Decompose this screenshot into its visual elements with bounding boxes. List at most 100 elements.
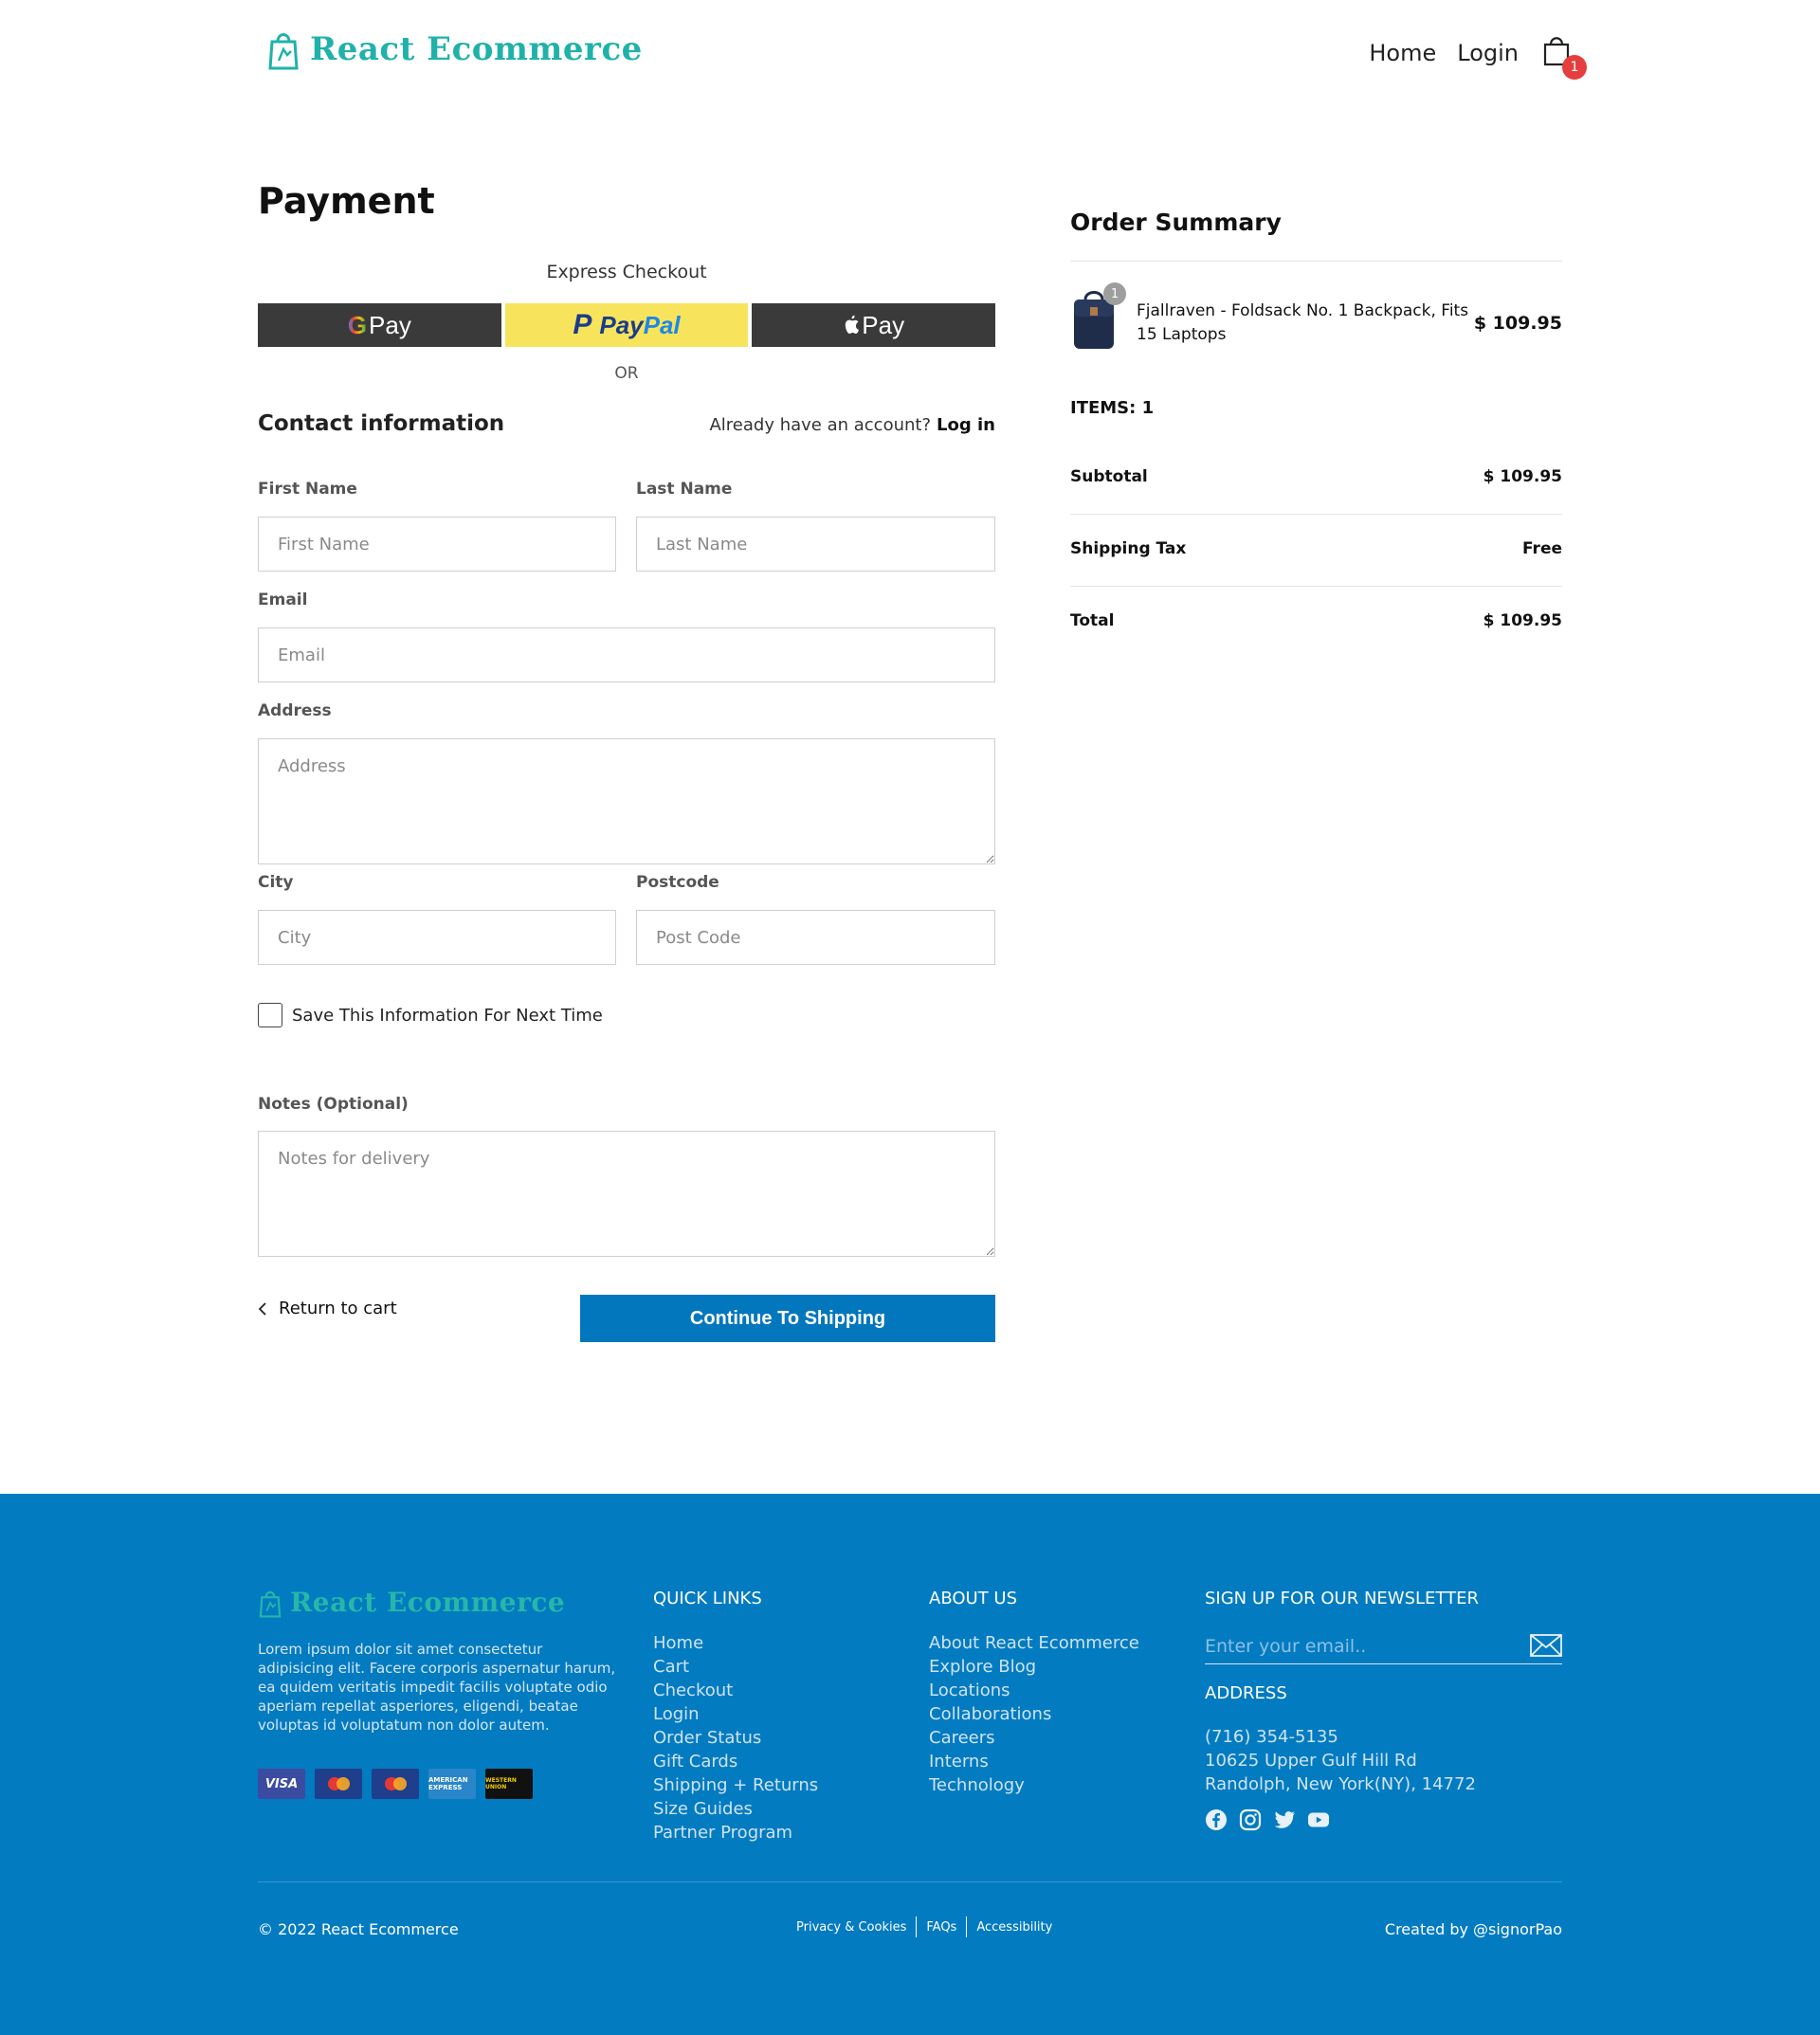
mail-icon[interactable] xyxy=(1530,1634,1562,1657)
newsletter-column: SIGN UP FOR OUR NEWSLETTER ADDRESS (716)… xyxy=(1205,1589,1562,1873)
items-count: ITEMS: 1 xyxy=(1070,398,1155,418)
subtotal-row: Subtotal $ 109.95 xyxy=(1070,467,1562,486)
about-us-column: ABOUT US About React Ecommerce Explore B… xyxy=(929,1589,1139,1797)
express-checkout-buttons: G Pay P Pay Pal Pay xyxy=(258,303,996,347)
apple-icon xyxy=(846,315,860,334)
address-phone: (716) 354-5135 xyxy=(1205,1727,1338,1747)
site-footer: React Ecommerce Lorem ipsum dolor sit am… xyxy=(0,1494,1820,2035)
google-pay-button[interactable]: G Pay xyxy=(258,303,501,347)
nav-home[interactable]: Home xyxy=(1369,40,1436,66)
account-prompt-text: Already have an account? xyxy=(709,415,932,435)
visa-card-icon: VISA xyxy=(258,1769,305,1799)
footer-divider xyxy=(258,1881,1562,1882)
total-label: Total xyxy=(1070,611,1115,630)
item-quantity-badge: 1 xyxy=(1103,282,1126,305)
chevron-left-icon xyxy=(258,1301,266,1316)
subtotal-label: Subtotal xyxy=(1070,467,1148,486)
shipping-value: Free xyxy=(1522,539,1562,558)
paypal-label-pal: Pal xyxy=(643,310,681,339)
payment-cards: VISA AMERICAN EXPRESS WESTERN UNION xyxy=(258,1769,533,1799)
subtotal-value: $ 109.95 xyxy=(1483,467,1562,486)
nav-login[interactable]: Login xyxy=(1457,40,1519,66)
footer-link-checkout[interactable]: Checkout xyxy=(653,1679,818,1702)
cart-count-badge: 1 xyxy=(1562,55,1587,80)
last-name-input[interactable] xyxy=(636,517,995,572)
faqs-link[interactable]: FAQs xyxy=(926,1920,956,1935)
privacy-cookies-link[interactable]: Privacy & Cookies xyxy=(796,1920,906,1935)
footer-link-blog[interactable]: Explore Blog xyxy=(929,1655,1139,1679)
quick-links-title: QUICK LINKS xyxy=(653,1589,762,1608)
footer-link-technology[interactable]: Technology xyxy=(929,1773,1139,1797)
google-pay-label: Pay xyxy=(369,310,411,339)
facebook-icon[interactable] xyxy=(1205,1808,1228,1831)
paypal-label-pay: Pay xyxy=(599,310,644,339)
email-label: Email xyxy=(258,591,308,609)
total-row: Total $ 109.95 xyxy=(1070,611,1562,630)
city-input[interactable] xyxy=(258,910,616,965)
youtube-icon[interactable] xyxy=(1307,1808,1330,1831)
return-to-cart-label: Return to cart xyxy=(279,1299,397,1318)
footer-link-collaborations[interactable]: Collaborations xyxy=(929,1702,1139,1726)
apple-pay-button[interactable]: Pay xyxy=(752,303,996,347)
footer-brand-logo[interactable]: React Ecommerce xyxy=(258,1587,565,1618)
credit-text: Created by @signorPao xyxy=(1384,1920,1562,1938)
summary-divider xyxy=(1070,514,1562,515)
address-street: 10625 Upper Gulf Hill Rd xyxy=(1205,1751,1417,1771)
footer-link-cart[interactable]: Cart xyxy=(653,1655,818,1679)
payment-section: Payment Express Checkout G Pay P Pay Pal … xyxy=(258,180,996,1342)
express-checkout-label: Express Checkout xyxy=(546,262,707,282)
quick-links-column: QUICK LINKS Home Cart Checkout Login Ord… xyxy=(653,1589,818,1844)
about-us-title: ABOUT US xyxy=(929,1589,1018,1608)
summary-divider xyxy=(1070,261,1562,262)
address-lines: (716) 354-5135 10625 Upper Gulf Hill Rd … xyxy=(1205,1725,1476,1796)
amex-card-icon: AMERICAN EXPRESS xyxy=(428,1769,476,1799)
footer-link-size-guides[interactable]: Size Guides xyxy=(653,1797,818,1821)
continue-to-shipping-button[interactable]: Continue To Shipping xyxy=(580,1295,995,1342)
apple-pay-label: Pay xyxy=(862,310,905,339)
brand-name: React Ecommerce xyxy=(310,30,643,68)
postcode-input[interactable] xyxy=(636,910,995,965)
footer-link-partner-program[interactable]: Partner Program xyxy=(653,1821,818,1844)
cart-button[interactable]: 1 xyxy=(1543,34,1587,80)
postcode-label: Postcode xyxy=(636,873,719,892)
save-info-row: Save This Information For Next Time xyxy=(258,1003,603,1027)
footer-description: Lorem ipsum dolor sit amet consectetur a… xyxy=(258,1641,616,1734)
footer-link-home[interactable]: Home xyxy=(653,1631,818,1655)
email-input[interactable] xyxy=(258,627,995,682)
address-title: ADDRESS xyxy=(1205,1683,1287,1703)
shopping-bag-icon xyxy=(268,33,299,70)
accessibility-link[interactable]: Accessibility xyxy=(976,1920,1052,1935)
save-info-label[interactable]: Save This Information For Next Time xyxy=(292,1006,603,1026)
social-links xyxy=(1205,1808,1330,1831)
login-link[interactable]: Log in xyxy=(937,415,995,435)
save-info-checkbox[interactable] xyxy=(258,1003,282,1027)
footer-link-about[interactable]: About React Ecommerce xyxy=(929,1631,1139,1655)
footer-link-locations[interactable]: Locations xyxy=(929,1679,1139,1702)
notes-textarea[interactable] xyxy=(258,1131,995,1257)
twitter-icon[interactable] xyxy=(1273,1808,1296,1831)
contact-title: Contact information xyxy=(258,411,505,436)
footer-link-gift-cards[interactable]: Gift Cards xyxy=(653,1750,818,1773)
first-name-input[interactable] xyxy=(258,517,616,572)
mastercard-card-icon xyxy=(372,1769,419,1799)
newsletter-email-input[interactable] xyxy=(1205,1630,1508,1663)
address-label: Address xyxy=(258,701,332,720)
item-name: Fjallraven - Foldsack No. 1 Backpack, Fi… xyxy=(1137,301,1469,344)
paypal-button[interactable]: P Pay Pal xyxy=(504,303,749,347)
address-textarea[interactable] xyxy=(258,738,995,864)
return-to-cart-link[interactable]: Return to cart xyxy=(258,1299,397,1318)
footer-link-careers[interactable]: Careers xyxy=(929,1726,1139,1750)
main-nav: Home Login 1 xyxy=(1369,34,1587,80)
last-name-label: Last Name xyxy=(636,480,733,499)
maestro-card-icon xyxy=(315,1769,362,1799)
brand-logo[interactable]: React Ecommerce xyxy=(266,28,643,70)
footer-link-order-status[interactable]: Order Status xyxy=(653,1726,818,1750)
instagram-icon[interactable] xyxy=(1239,1808,1262,1831)
footer-link-interns[interactable]: Interns xyxy=(929,1750,1139,1773)
shipping-label: Shipping Tax xyxy=(1070,539,1187,558)
contact-header: Contact information Already have an acco… xyxy=(258,411,995,436)
footer-link-shipping-returns[interactable]: Shipping + Returns xyxy=(653,1773,818,1797)
shipping-row: Shipping Tax Free xyxy=(1070,539,1562,558)
footer-link-login[interactable]: Login xyxy=(653,1702,818,1726)
footer-brand-name: React Ecommerce xyxy=(290,1587,566,1618)
